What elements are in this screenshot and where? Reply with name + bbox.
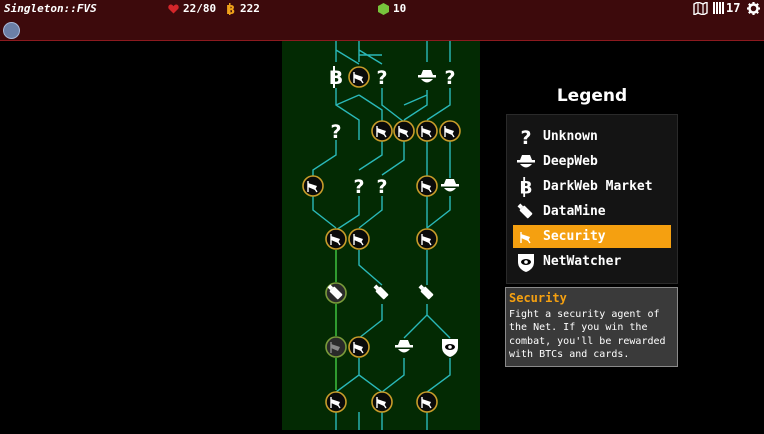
svg-text:B: B bbox=[226, 3, 235, 15]
security-node[interactable] bbox=[416, 120, 438, 142]
legend-item-label: DeepWeb bbox=[543, 154, 598, 169]
legend-item-label: Security bbox=[543, 229, 606, 244]
btc-value: 222 bbox=[240, 2, 260, 15]
legend-item-label: DarkWeb Market bbox=[543, 179, 653, 194]
usb-icon bbox=[516, 201, 533, 219]
health-value: 22/80 bbox=[183, 2, 217, 15]
legend-item-label: Unknown bbox=[543, 129, 598, 144]
legend-panel: Unknown DeepWeb DarkWeb Market DataMine … bbox=[506, 114, 678, 284]
tooltip-title: Security bbox=[509, 291, 567, 305]
security-node[interactable] bbox=[371, 391, 393, 413]
security-node[interactable] bbox=[439, 120, 461, 142]
tooltip-body: Fight a security agent of the Net. If yo… bbox=[509, 309, 666, 360]
eye-shield-icon bbox=[518, 253, 534, 272]
hexagon-icon bbox=[378, 2, 389, 15]
legend-item-deepweb[interactable]: DeepWeb bbox=[513, 150, 671, 173]
map-icon[interactable] bbox=[693, 2, 708, 15]
unknown-node[interactable] bbox=[376, 67, 388, 89]
map-panel: ? B bbox=[282, 41, 480, 430]
visited-security-node bbox=[325, 336, 347, 358]
question-icon bbox=[520, 126, 532, 147]
hat-icon bbox=[517, 154, 535, 167]
security-node[interactable] bbox=[325, 391, 347, 413]
legend-item-unknown[interactable]: Unknown bbox=[513, 125, 671, 148]
bitcoin-icon: B bbox=[226, 2, 235, 15]
legend-title: Legend bbox=[556, 86, 628, 106]
unknown-node[interactable] bbox=[444, 67, 456, 89]
top-bar: Singleton::FVS 22/80 B 222 10 17 bbox=[0, 0, 764, 41]
cards-value: 10 bbox=[393, 2, 407, 15]
camera-icon bbox=[520, 231, 531, 243]
datamine-node[interactable] bbox=[417, 283, 434, 300]
security-node[interactable] bbox=[416, 175, 438, 197]
deck-button[interactable]: 17 bbox=[713, 1, 740, 15]
security-node[interactable] bbox=[348, 228, 370, 250]
legend-item-datamine[interactable]: DataMine bbox=[513, 200, 671, 223]
netwatcher-node[interactable] bbox=[442, 339, 458, 357]
gear-icon[interactable] bbox=[747, 2, 760, 15]
health-stat: 22/80 bbox=[168, 2, 216, 15]
security-node[interactable] bbox=[348, 336, 370, 358]
tooltip-panel: Security Fight a security agent of the N… bbox=[505, 287, 678, 367]
security-node[interactable] bbox=[416, 228, 438, 250]
path-map: ? B bbox=[302, 41, 461, 430]
unknown-node[interactable] bbox=[330, 121, 342, 143]
legend-item-darkweb-market[interactable]: DarkWeb Market bbox=[513, 175, 671, 198]
unknown-node[interactable] bbox=[353, 176, 365, 198]
datamine-node[interactable] bbox=[372, 283, 389, 300]
bitcoin-node[interactable] bbox=[328, 66, 344, 89]
deepweb-node[interactable] bbox=[418, 70, 436, 83]
security-node[interactable] bbox=[348, 66, 370, 88]
deepweb-node[interactable] bbox=[395, 340, 413, 353]
deck-count: 17 bbox=[726, 1, 741, 15]
bitcoin-icon bbox=[519, 176, 533, 197]
legend-item-label: NetWatcher bbox=[543, 254, 622, 269]
legend-item-label: DataMine bbox=[543, 204, 606, 219]
security-node[interactable] bbox=[325, 228, 347, 250]
unknown-node[interactable] bbox=[376, 176, 388, 198]
deck-icon bbox=[713, 2, 724, 14]
legend-item-netwatcher[interactable]: NetWatcher bbox=[513, 250, 671, 273]
security-node[interactable] bbox=[416, 391, 438, 413]
security-node[interactable] bbox=[393, 120, 415, 142]
avatar[interactable] bbox=[3, 22, 20, 39]
heart-icon bbox=[168, 3, 179, 14]
player-name: Singleton::FVS bbox=[4, 2, 97, 15]
security-node[interactable] bbox=[371, 120, 393, 142]
cards-stat: 10 bbox=[378, 2, 406, 15]
security-node[interactable] bbox=[302, 175, 324, 197]
btc-stat: B 222 bbox=[226, 2, 260, 15]
legend-item-security[interactable]: Security bbox=[513, 225, 671, 248]
deepweb-node[interactable] bbox=[441, 179, 459, 192]
